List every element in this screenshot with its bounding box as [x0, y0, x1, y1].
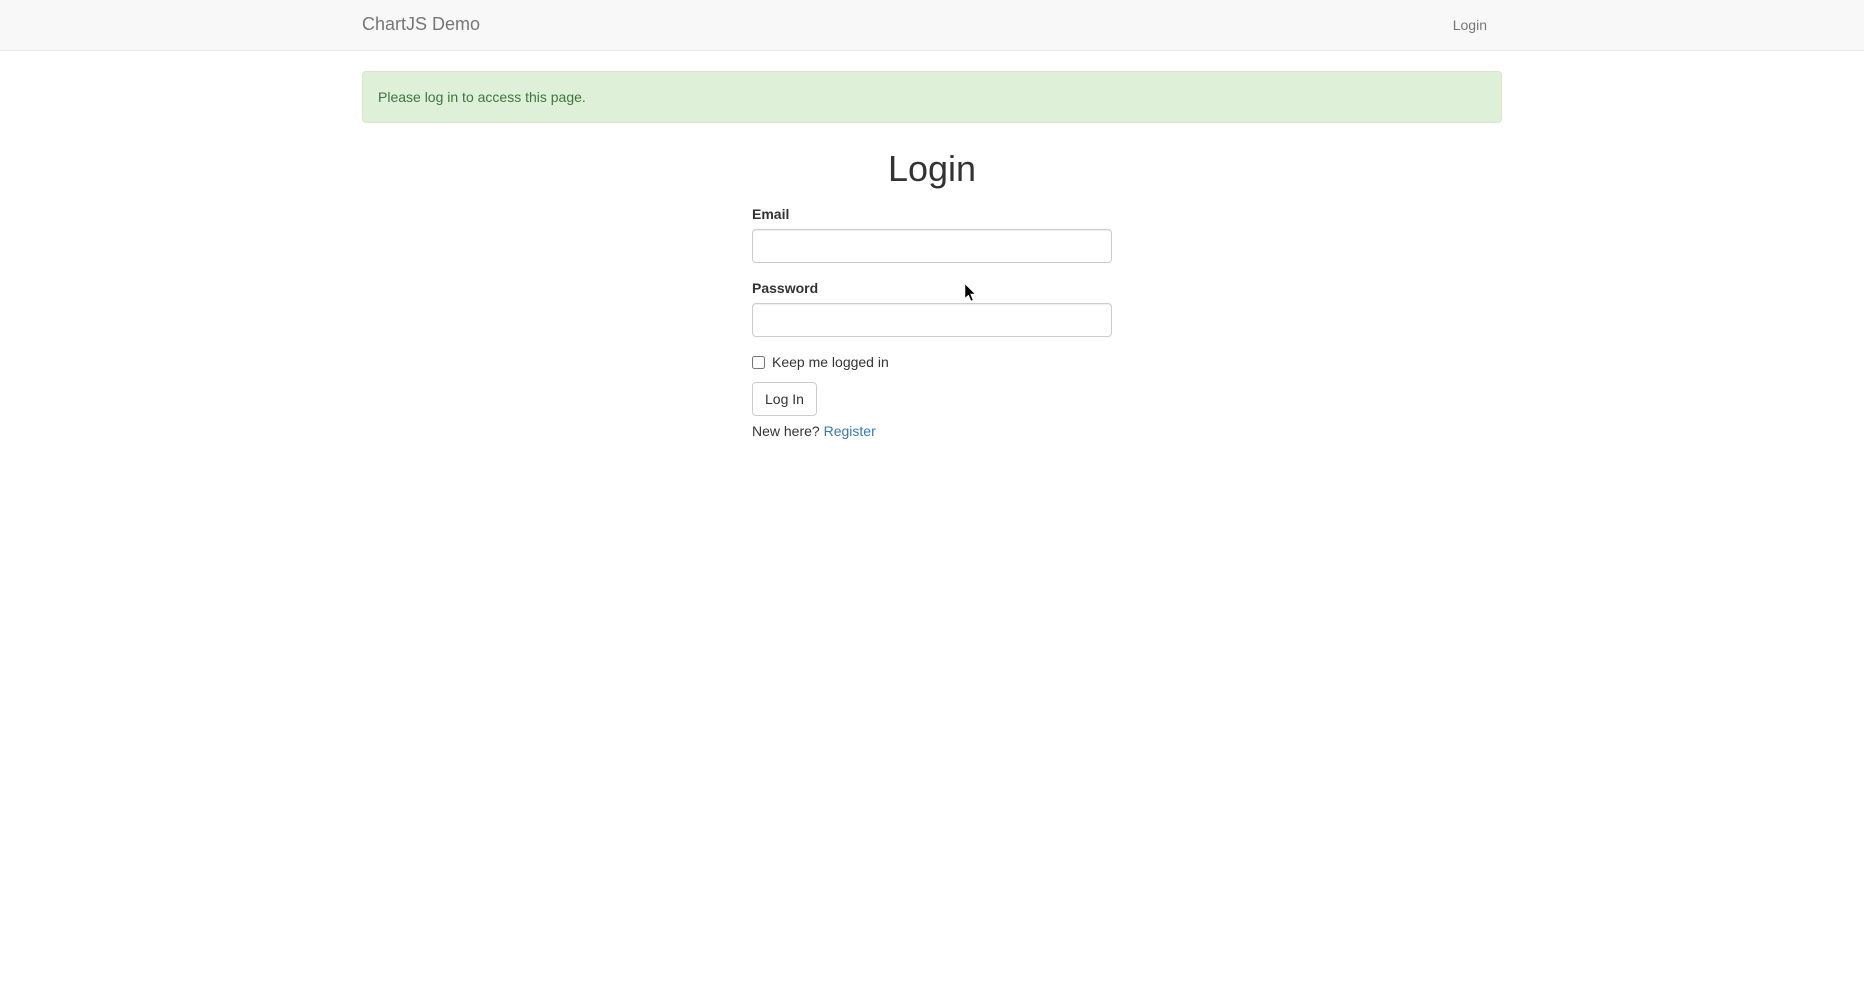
alert-message: Please log in to access this page.	[362, 71, 1502, 123]
navbar-login-link[interactable]: Login	[1438, 0, 1502, 50]
email-field[interactable]	[752, 229, 1112, 263]
register-prompt: New here?	[752, 423, 824, 439]
page-title: Login	[752, 143, 1112, 194]
password-field[interactable]	[752, 303, 1112, 337]
login-form: Email Password Keep me logged in Log In …	[752, 204, 1112, 441]
email-label: Email	[752, 204, 789, 224]
navbar: ChartJS Demo Login	[0, 0, 1864, 51]
password-label: Password	[752, 278, 818, 298]
remember-label: Keep me logged in	[772, 354, 889, 370]
remember-checkbox[interactable]	[752, 356, 765, 369]
register-link[interactable]: Register	[824, 423, 876, 439]
login-button[interactable]: Log In	[752, 382, 817, 416]
navbar-brand-link[interactable]: ChartJS Demo	[362, 0, 480, 53]
